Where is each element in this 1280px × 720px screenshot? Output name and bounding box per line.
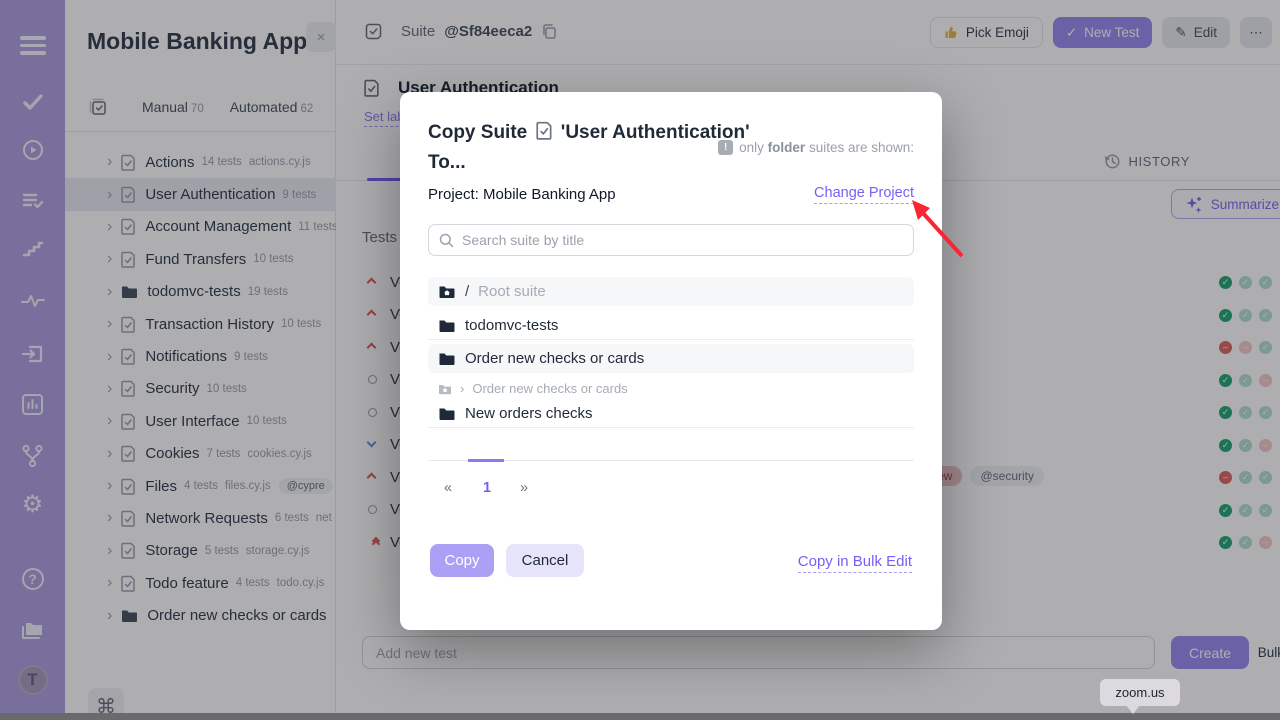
page-number[interactable]: 1 — [483, 480, 491, 496]
suite-doc-icon — [536, 121, 553, 140]
project-label: Project: Mobile Banking App — [428, 186, 616, 203]
root-suite-row[interactable]: / Root suite — [428, 277, 914, 306]
suite-search-input[interactable] — [462, 232, 903, 248]
search-icon — [439, 233, 454, 248]
folder-icon — [438, 406, 456, 421]
copy-in-bulk-edit-link[interactable]: Copy in Bulk Edit — [798, 553, 912, 573]
copy-suite-modal: Copy Suite 'User Authentication' To... !… — [400, 92, 942, 630]
modal-note: ! only folder suites are shown: — [718, 140, 914, 155]
cancel-button[interactable]: Cancel — [506, 544, 584, 577]
folder-icon — [438, 318, 456, 333]
folder-icon — [438, 351, 456, 366]
folder-row[interactable]: Order new checks or cards — [428, 344, 914, 373]
breadcrumb: › Order new checks or cards — [438, 381, 628, 396]
active-page-indicator — [468, 459, 504, 462]
app-screen: ⚙ ? T Mobile Banking App × Manual70 Auto… — [0, 0, 1280, 720]
page-prev-button[interactable]: « — [444, 480, 452, 496]
root-folder-icon — [438, 383, 452, 395]
suite-search[interactable] — [428, 224, 914, 256]
annotation-arrow — [898, 194, 978, 266]
root-folder-icon — [438, 284, 456, 299]
page-next-button[interactable]: » — [520, 480, 528, 496]
folder-row[interactable]: todomvc-tests — [428, 311, 914, 340]
copy-button[interactable]: Copy — [430, 544, 494, 577]
folder-row[interactable]: New orders checks — [428, 399, 914, 428]
zoom-tooltip: zoom.us — [1100, 679, 1180, 706]
info-icon: ! — [718, 140, 733, 155]
